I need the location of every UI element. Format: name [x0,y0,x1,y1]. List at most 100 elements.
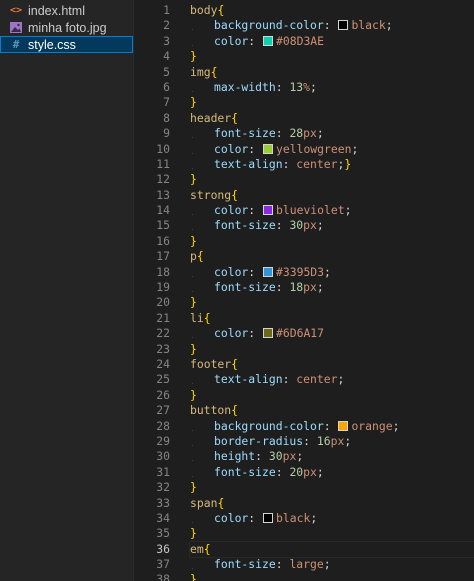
line-content[interactable]: } [190,95,474,110]
code-line: 30 height: 30px; [134,449,474,464]
line-content[interactable]: font-size: 30px; [190,218,474,233]
line-content[interactable]: button{ [190,403,474,418]
line-content[interactable]: color: black; [190,511,474,526]
css-number: 20 [289,464,304,479]
closing-brace: } [190,480,197,495]
line-content[interactable]: color: yellowgreen; [190,142,474,157]
color-swatch-icon[interactable] [263,143,274,154]
line-content[interactable]: font-size: 18px; [190,280,474,295]
line-content[interactable]: color: #3395D3; [190,265,474,280]
code-line: 11 text-align: center;} [134,157,474,172]
line-content[interactable]: } [190,234,474,249]
css-selector: img [190,64,211,79]
opening-brace: { [231,403,239,418]
line-content[interactable]: } [190,572,474,581]
line-content[interactable]: background-color: orange; [190,419,474,434]
line-content[interactable]: header{ [190,111,474,126]
line-content[interactable]: font-size: 20px; [190,465,474,480]
css-property: font-size [214,126,276,141]
line-content[interactable]: max-width: 13%; [190,80,474,95]
line-content[interactable]: border-radius: 16px; [190,434,474,449]
line-content[interactable]: font-size: 28px; [190,126,474,141]
line-content[interactable]: } [190,295,474,310]
line-number: 8 [163,110,170,125]
line-content[interactable]: font-size: large; [190,557,474,572]
file-explorer: <> index.html minha foto.jpg # style.css [0,0,134,581]
css-selector: em [190,541,204,556]
semicolon: ; [316,280,324,295]
semicolon: ; [316,126,324,141]
css-unit: % [303,79,311,94]
color-swatch-icon[interactable] [338,420,349,431]
code-line: 6 max-width: 13%; [134,80,474,95]
css-colon: : [255,449,269,464]
line-number: 12 [156,172,170,187]
css-selector: strong [190,187,232,202]
color-swatch-icon[interactable] [263,512,274,523]
line-number: 3 [163,33,170,48]
css-selector: p [190,249,197,264]
file-item-style-css[interactable]: # style.css [0,36,133,53]
code-line: 26} [134,388,474,403]
line-content[interactable]: } [190,172,474,187]
code-line: 18 color: #3395D3; [134,265,474,280]
color-swatch-icon[interactable] [263,205,274,216]
line-number: 37 [156,557,170,572]
code-line: 28 background-color: orange; [134,419,474,434]
css-colon: : [248,326,263,341]
css-colon: : [248,203,263,218]
line-content[interactable]: } [190,388,474,403]
code-line: 16} [134,234,474,249]
css-property: background-color [214,18,324,33]
css-colon: : [275,464,290,479]
line-content[interactable]: height: 30px; [190,449,474,464]
line-content[interactable]: strong{ [190,188,474,203]
css-property: font-size [214,464,276,479]
line-content[interactable]: footer{ [190,357,474,372]
css-property: color [214,326,249,341]
color-swatch-icon[interactable] [263,266,274,277]
line-content[interactable]: em{ [189,540,474,559]
line-content[interactable]: } [190,49,474,64]
semicolon: ; [385,18,393,33]
line-content[interactable]: } [190,526,474,541]
line-content[interactable]: } [190,342,474,357]
line-content[interactable]: li{ [190,311,474,326]
line-content[interactable]: text-align: center;} [190,157,474,172]
color-swatch-icon[interactable] [338,20,349,31]
line-number: 26 [156,387,170,402]
line-content[interactable]: } [190,480,474,495]
line-content[interactable]: text-align: center; [190,372,474,387]
line-content[interactable]: img{ [190,65,474,80]
closing-brace: } [190,526,197,541]
code-line: 13 strong{ [134,188,474,203]
line-content[interactable]: background-color: black; [190,18,474,33]
css-colon: : [248,510,263,525]
css-property: font-size [214,280,276,295]
css-unit: px [303,280,317,295]
code-editor[interactable]: 1 body{2 background-color: black; 3 color: #… [134,0,474,581]
line-content[interactable]: color: blueviolet; [190,203,474,218]
semicolon: ; [310,510,318,525]
line-content[interactable]: body{ [190,3,474,18]
line-number: 11 [156,156,170,171]
code-line: 25 text-align: center; [134,372,474,387]
css-value: large [289,557,324,572]
line-content[interactable]: color: #08D3AE [190,34,474,49]
color-swatch-icon[interactable] [263,35,274,46]
line-content[interactable]: span{ [190,496,474,511]
css-property: text-align [214,156,283,171]
file-name: style.css [28,37,76,52]
css-value: orange [351,418,393,433]
file-item-index-html[interactable]: <> index.html [0,2,133,19]
line-number: 31 [156,464,170,479]
color-swatch-icon[interactable] [263,328,274,339]
line-content[interactable]: p{ [190,249,474,264]
line-content[interactable]: color: #6D6A17 [190,326,474,341]
css-colon: : [323,18,338,33]
css-number: 30 [268,449,283,464]
file-item-minha-foto-jpg[interactable]: minha foto.jpg [0,19,133,36]
opening-brace: { [217,3,225,17]
code-line: 3 color: #08D3AE [134,34,474,49]
css-colon: : [248,33,263,48]
